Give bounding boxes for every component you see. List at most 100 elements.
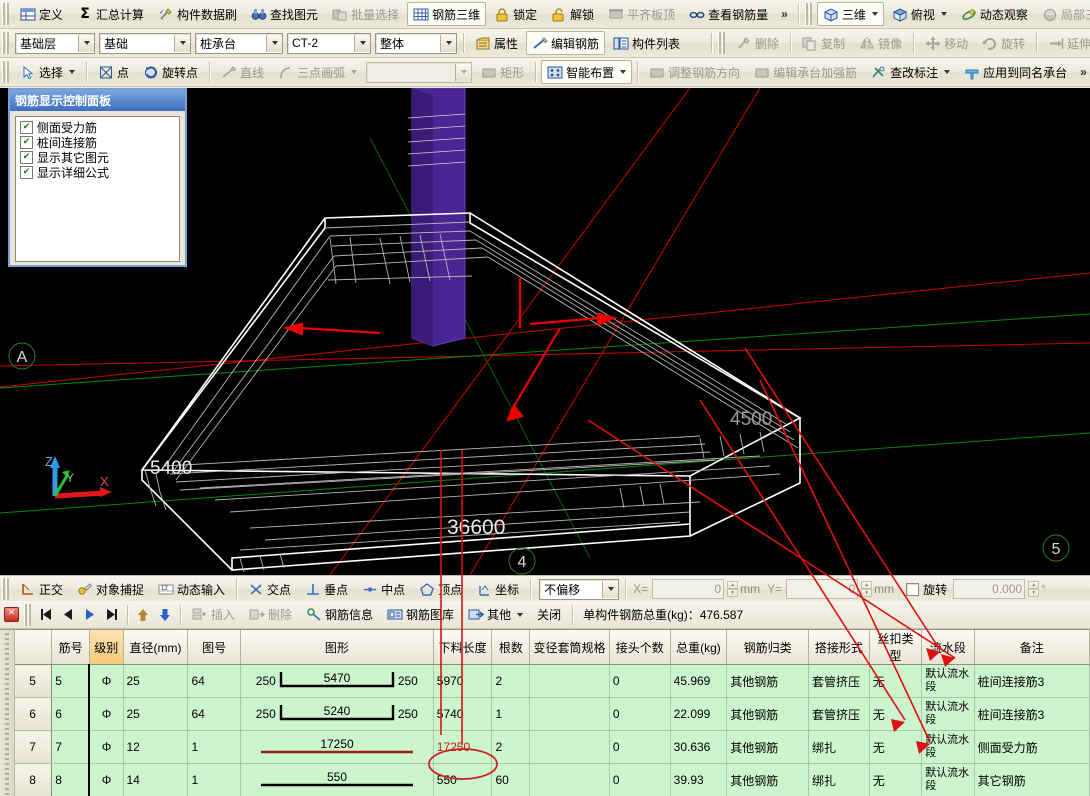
cell-beizhu[interactable]: 侧面受力筋 [974,731,1089,764]
cell-liushui[interactable]: 默认流水段 [922,698,974,731]
rotate-button[interactable]: 旋转 [976,31,1031,55]
row-header[interactable]: 8 [14,764,52,796]
toolbar-lock-button[interactable]: 锁定 [488,2,543,26]
toolbar-define-button[interactable]: 定义 [14,2,69,26]
cell-zongzhong[interactable]: 22.099 [670,698,727,731]
cell-jibie[interactable]: Φ [89,665,123,698]
snap-coordinate-toggle[interactable]: 坐标 [470,577,525,601]
cell-shape[interactable]: 2505240250 [240,698,433,731]
edit-cap-rebar-button[interactable]: 编辑承台加强筋 [748,60,863,84]
col-jibie[interactable]: 级别 [89,630,123,665]
cell-liushui[interactable]: 默认流水段 [922,731,974,764]
insert-row-button[interactable]: 插入 [186,603,241,627]
checkbox-checked-icon[interactable]: ✔ [20,166,33,179]
edit-rebar-button[interactable]: 编辑钢筋 [526,31,605,55]
col-zongzhong[interactable]: 总重(kg) [670,630,727,665]
cell-sikou[interactable]: 无 [869,665,921,698]
select-tool-button[interactable]: 选择 [14,60,81,84]
cell-xialiao[interactable]: 5740 [433,698,492,731]
col-tuhao[interactable]: 图号 [188,630,240,665]
toolbar-summary-calc-button[interactable]: Σ 汇总计算 [71,2,150,26]
cell-shape[interactable]: 2505470250 [240,665,433,698]
cell-genshu[interactable]: 1 [492,698,530,731]
y-offset-spinner[interactable]: ▲▼ [861,581,872,597]
col-xialiao[interactable]: 下料长度 [433,630,492,665]
first-record-button[interactable] [35,605,57,625]
x-offset-spinner[interactable]: ▲▼ [727,581,738,597]
3d-viewport[interactable]: Z X Y 5400 4500 36600 A 4 5 钢筋显示控制面板 [0,88,1090,575]
panel-option-show-others[interactable]: ✔ 显示其它图元 [20,150,179,165]
cell-taotong[interactable] [530,665,610,698]
col-zhijing[interactable]: 直径(mm) [123,630,188,665]
cell-dajie[interactable]: 套管挤压 [808,665,869,698]
ortho-toggle[interactable]: 正交 [14,577,69,601]
scope-select[interactable]: 整体 [375,33,457,54]
cell-dajie[interactable]: 套管挤压 [808,698,869,731]
rotate-input[interactable]: 0.000 [953,579,1025,599]
chevron-down-icon[interactable] [440,35,456,52]
close-panel-button[interactable]: 关闭 [531,603,567,627]
delete-button[interactable]: 删除 [730,31,785,55]
rotate-spinner[interactable]: ▲▼ [1028,581,1039,597]
cell-tuhao[interactable]: 1 [188,764,240,796]
smart-layout-button[interactable]: 智能布置 [541,60,632,84]
chevron-down-icon[interactable] [78,35,94,52]
edit-toolbar-grip[interactable] [718,32,726,54]
component-type-select[interactable]: 桩承台 [195,33,283,54]
cell-guilei[interactable]: 其他钢筋 [727,764,809,796]
component-toolbar-grip[interactable] [2,32,10,54]
rectangle-tool-button[interactable]: 矩形 [475,60,530,84]
row-header[interactable]: 7 [14,731,52,764]
cell-tuhao[interactable]: 64 [188,665,240,698]
cell-zhijing[interactable]: 14 [123,764,188,796]
mirror-button[interactable]: 镜像 [853,31,908,55]
rotate-checkbox[interactable] [906,583,919,596]
cell-beizhu[interactable]: 其它钢筋 [974,764,1089,796]
row-header[interactable]: 5 [14,665,52,698]
view-toolbar-grip[interactable] [805,3,813,25]
panel-option-show-formula[interactable]: ✔ 显示详细公式 [20,165,179,180]
draw-toolbar-overflow-button[interactable]: » [1074,65,1090,79]
row-header[interactable]: 6 [14,698,52,731]
edit-dimension-button[interactable]: 查改标注 [865,60,956,84]
rebar-table[interactable]: 筋号 级别 直径(mm) 图号 图形 下料长度 根数 变径套筒规格 接头个数 总… [0,629,1090,796]
osnap-toggle[interactable]: 对象捕捉 [71,577,150,601]
cell-jinhao[interactable]: 8 [52,764,90,796]
draw-toolbar-grip[interactable] [2,61,10,83]
dyninput-toggle[interactable]: 12 动态输入 [152,577,231,601]
cell-zhijing[interactable]: 25 [123,698,188,731]
cell-genshu[interactable]: 60 [492,764,530,796]
y-offset-input[interactable]: 0 [786,579,858,599]
snap-perpendicular-toggle[interactable]: 垂点 [299,577,354,601]
cell-zongzhong[interactable]: 39.93 [670,764,727,796]
cell-jinhao[interactable]: 7 [52,731,90,764]
cell-taotong[interactable] [530,731,610,764]
col-dajie[interactable]: 搭接形式 [808,630,869,665]
cell-sikou[interactable]: 无 [869,764,921,796]
cell-dajie[interactable]: 绑扎 [808,764,869,796]
offset-mode-select[interactable]: 不偏移 [539,579,619,600]
cell-guilei[interactable]: 其他钢筋 [727,698,809,731]
cell-jibie[interactable]: Φ [89,731,123,764]
next-record-button[interactable] [79,605,101,625]
arc-mode-select[interactable] [366,62,472,83]
cell-beizhu[interactable]: 桩间连接筋3 [974,665,1089,698]
cell-xialiao[interactable]: 17250 [433,731,492,764]
chevron-down-icon[interactable] [174,35,190,52]
point-tool-button[interactable]: 点 [92,60,135,84]
toolbar-unlock-button[interactable]: 解锁 [545,2,600,26]
table-row[interactable]: 55Φ2564250547025059702045.969其他钢筋套管挤压无默认… [14,665,1090,698]
cell-jietou[interactable]: 0 [609,731,670,764]
cell-beizhu[interactable]: 桩间连接筋3 [974,698,1089,731]
col-sikou[interactable]: 丝扣类型 [869,630,921,665]
floor-select[interactable]: 基础层 [15,33,95,54]
checkbox-checked-icon[interactable]: ✔ [20,136,33,149]
cell-sikou[interactable]: 无 [869,698,921,731]
cell-jietou[interactable]: 0 [609,698,670,731]
component-select[interactable]: CT-2 [287,33,371,54]
col-jinhao[interactable]: 筋号 [52,630,90,665]
chevron-down-icon[interactable] [455,64,471,81]
cell-genshu[interactable]: 2 [492,665,530,698]
panel-option-side-rebar[interactable]: ✔ 侧面受力筋 [20,120,179,135]
cell-taotong[interactable] [530,764,610,796]
